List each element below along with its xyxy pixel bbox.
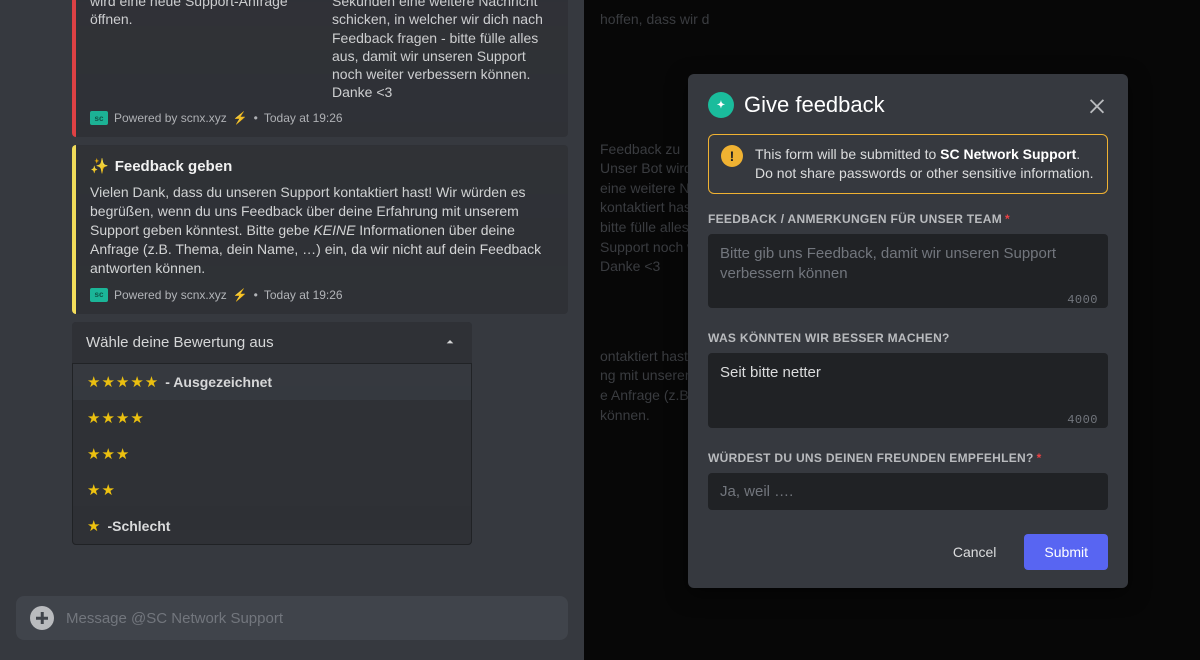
stars-icon: ★★★★★ bbox=[87, 373, 159, 391]
embed-footer: sc Powered by scnx.xyz ⚡ • Today at 19:2… bbox=[90, 288, 552, 302]
warning-server-name: SC Network Support bbox=[940, 146, 1076, 162]
footer-separator: • bbox=[254, 111, 258, 125]
message-input[interactable] bbox=[66, 610, 554, 627]
feedback-textarea[interactable] bbox=[708, 234, 1108, 309]
field1-label: FEEDBACK / ANMERKUNGEN FÜR UNSER TEAM* bbox=[708, 212, 1108, 226]
rating-option-label: - Ausgezeichnet bbox=[165, 374, 272, 390]
rating-option-3[interactable]: ★★★ bbox=[73, 436, 471, 472]
scnx-logo-icon: sc bbox=[90, 288, 108, 302]
ghost-text: hoffen, dass wir d bbox=[600, 10, 1184, 30]
embed-support-closed: Eine Antwort auf diese Nachricht wird ei… bbox=[72, 0, 568, 137]
rating-select-label: Wähle deine Bewertung aus bbox=[86, 334, 274, 351]
embed-feedback-request: ✨ Feedback geben Vielen Dank, dass du un… bbox=[72, 145, 568, 313]
footer-time: Today at 19:26 bbox=[264, 111, 343, 125]
footer-separator: • bbox=[254, 288, 258, 302]
warning-text-pre: This form will be submitted to bbox=[755, 146, 940, 162]
message-input-bar bbox=[16, 596, 568, 640]
close-icon[interactable] bbox=[1086, 94, 1108, 116]
char-counter: 4000 bbox=[1067, 413, 1098, 427]
sparkles-icon: ✨ bbox=[90, 157, 109, 175]
server-avatar-icon: ✦ bbox=[708, 92, 734, 118]
required-indicator: * bbox=[1005, 212, 1010, 226]
scnx-logo-icon: sc bbox=[90, 111, 108, 125]
footer-powered: Powered by scnx.xyz bbox=[114, 288, 227, 302]
field2-label: WAS KÖNNTEN WIR BESSER MACHEN? bbox=[708, 331, 1108, 345]
embed-body-emphasis: KEINE bbox=[313, 222, 355, 238]
rating-select-menu: ★★★★★ - Ausgezeichnet ★★★★ ★★★ ★★ ★ bbox=[72, 363, 472, 545]
field3-label: WÜRDEST DU UNS DEINEN FREUNDEN EMPFEHLEN… bbox=[708, 451, 1108, 465]
rating-option-label: -Schlecht bbox=[107, 518, 170, 534]
stars-icon: ★ bbox=[87, 517, 101, 535]
submit-button[interactable]: Submit bbox=[1024, 534, 1108, 570]
embed-footer: sc Powered by scnx.xyz ⚡ • Today at 19:2… bbox=[90, 111, 552, 125]
attach-button[interactable] bbox=[30, 606, 54, 630]
recommend-input[interactable] bbox=[708, 473, 1108, 510]
footer-time: Today at 19:26 bbox=[264, 288, 343, 302]
rating-option-2[interactable]: ★★ bbox=[73, 472, 471, 508]
stars-icon: ★★ bbox=[87, 481, 116, 499]
left-chat-panel: Eine Antwort auf diese Nachricht wird ei… bbox=[0, 0, 584, 660]
submission-warning: ! This form will be submitted to SC Netw… bbox=[708, 134, 1108, 194]
rating-select[interactable]: Wähle deine Bewertung aus ★★★★★ - Ausgez… bbox=[72, 322, 472, 545]
required-indicator: * bbox=[1037, 451, 1042, 465]
stars-icon: ★★★ bbox=[87, 445, 130, 463]
bolt-icon: ⚡ bbox=[233, 288, 248, 302]
rating-select-header[interactable]: Wähle deine Bewertung aus bbox=[72, 322, 472, 363]
cancel-button[interactable]: Cancel bbox=[933, 534, 1017, 570]
chevron-up-icon bbox=[442, 334, 458, 350]
feedback-modal: ✦ Give feedback ! This form will be subm… bbox=[688, 74, 1128, 588]
stars-icon: ★★★★ bbox=[87, 409, 145, 427]
rating-option-4[interactable]: ★★★★ bbox=[73, 400, 471, 436]
embed-col-right: Unser Bot wird dir in wenigen Sekunden e… bbox=[332, 0, 552, 101]
modal-title: Give feedback bbox=[744, 92, 1076, 118]
chat-scroll-area: Eine Antwort auf diese Nachricht wird ei… bbox=[0, 0, 584, 590]
footer-powered: Powered by scnx.xyz bbox=[114, 111, 227, 125]
embed-body: Vielen Dank, dass du unseren Support kon… bbox=[90, 183, 552, 277]
char-counter: 4000 bbox=[1067, 293, 1098, 307]
rating-option-1[interactable]: ★ -Schlecht bbox=[73, 508, 471, 544]
bolt-icon: ⚡ bbox=[233, 111, 248, 125]
embed-col-left: Eine Antwort auf diese Nachricht wird ei… bbox=[90, 0, 310, 101]
rating-option-5[interactable]: ★★★★★ - Ausgezeichnet bbox=[73, 364, 471, 400]
warning-icon: ! bbox=[721, 145, 743, 167]
embed-title-text: Feedback geben bbox=[115, 158, 233, 175]
improvement-textarea[interactable] bbox=[708, 353, 1108, 428]
